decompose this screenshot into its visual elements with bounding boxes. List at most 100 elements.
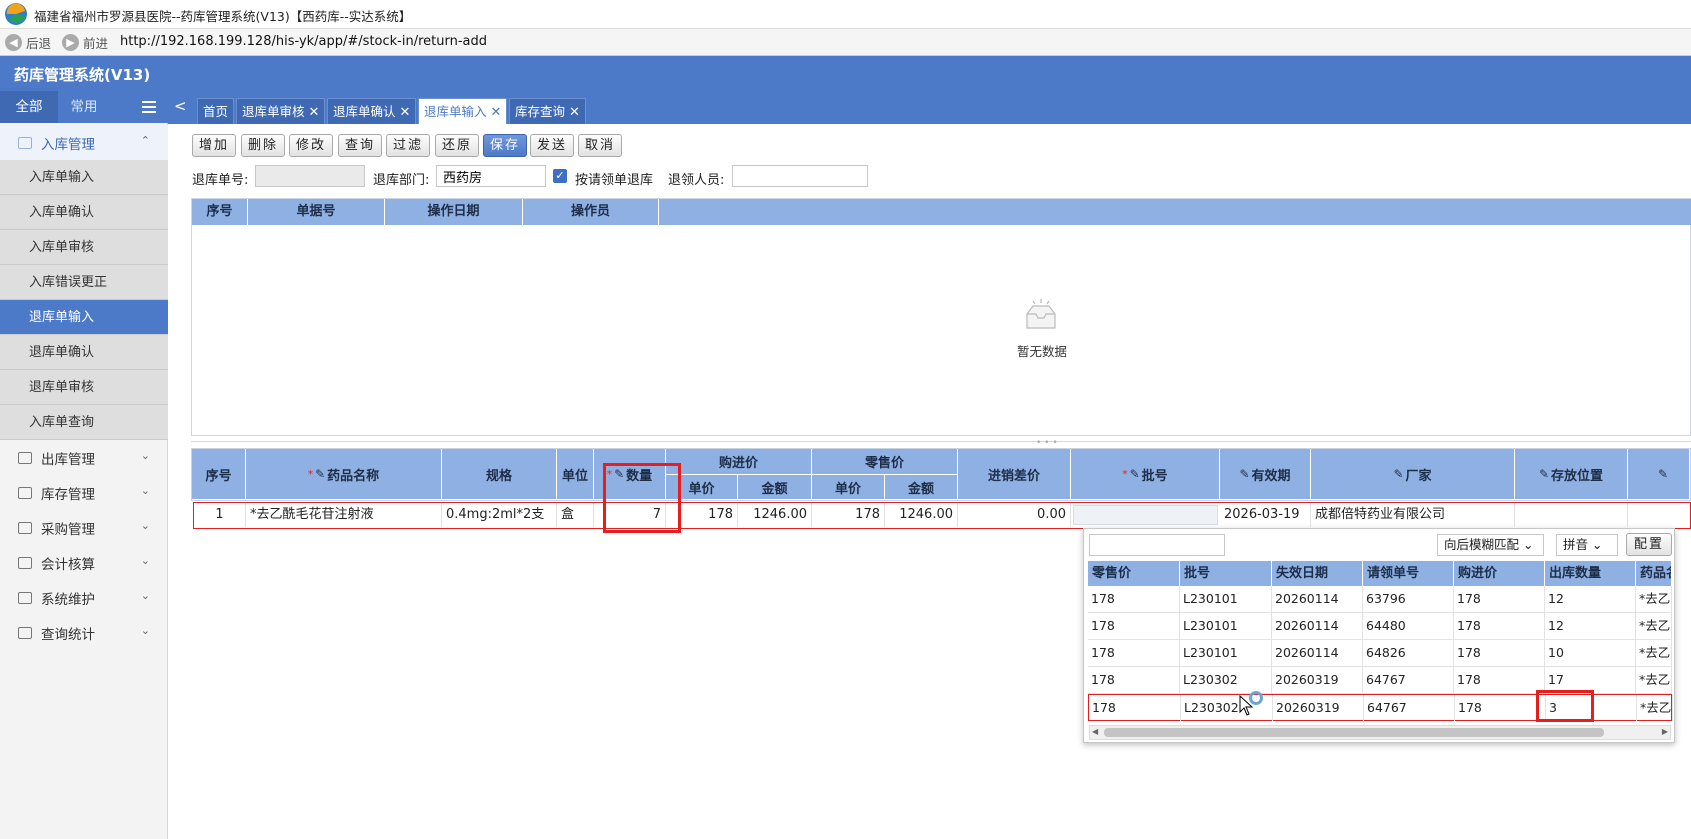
forward-arrow-icon: ▶ bbox=[62, 33, 79, 51]
col-retail-price[interactable]: 零售价 bbox=[1088, 561, 1180, 586]
sidebar-item-return-entry[interactable]: 退库单输入 bbox=[0, 300, 168, 335]
edit-button[interactable]: 修改 bbox=[289, 134, 334, 157]
doc-no-input[interactable] bbox=[255, 165, 365, 187]
col-op-date[interactable]: 操作日期 bbox=[385, 199, 523, 225]
col-seq[interactable]: 序号 bbox=[192, 199, 248, 225]
close-icon[interactable]: ✕ bbox=[309, 105, 320, 120]
col-purchase-amount[interactable]: 金额 bbox=[738, 475, 812, 500]
splitter-grip-icon[interactable]: • • • bbox=[1036, 438, 1058, 448]
sidebar-group-label: 出库管理 bbox=[41, 451, 95, 468]
popup-row[interactable]: 178 L230101 20260114 64480 178 12 *去乙酰 bbox=[1088, 613, 1672, 640]
popup-horizontal-scrollbar[interactable]: ◀ ▶ bbox=[1089, 725, 1671, 740]
col-maker[interactable]: ✎ 厂家 bbox=[1311, 449, 1515, 500]
query-button[interactable]: 查询 bbox=[338, 134, 383, 157]
forward-button[interactable]: ▶ 前进 bbox=[62, 32, 108, 52]
popup-row[interactable]: 178 L230101 20260114 63796 178 12 *去乙酰 bbox=[1088, 586, 1672, 613]
sidebar: 全部 常用 入库管理 ⌃ 入库单输入 入库单确认 入库单审核 入库错误更正 退库… bbox=[0, 91, 168, 839]
col-batch[interactable]: 批号 bbox=[1180, 561, 1272, 586]
dept-input[interactable] bbox=[436, 165, 546, 187]
col-retail-amount[interactable]: 金额 bbox=[885, 475, 958, 500]
cancel-button[interactable]: 取消 bbox=[578, 134, 623, 157]
sidebar-group-label: 查询统计 bbox=[41, 626, 95, 643]
scroll-right-icon[interactable]: ▶ bbox=[1662, 727, 1668, 736]
address-bar: ◀ 后退 ▶ 前进 http://192.168.199.128/his-yk/… bbox=[0, 29, 1691, 56]
menu-toggle-icon[interactable] bbox=[142, 101, 156, 116]
scroll-left-icon[interactable]: ◀ bbox=[1092, 727, 1098, 736]
col-drug-name[interactable]: * ✎ 药品名称 bbox=[246, 449, 442, 500]
close-icon[interactable]: ✕ bbox=[400, 105, 411, 120]
person-input[interactable] bbox=[732, 165, 868, 187]
pane-splitter[interactable] bbox=[191, 441, 1691, 447]
cell-maker[interactable]: 成都倍特药业有限公司 bbox=[1311, 503, 1515, 527]
sidebar-group-accounting[interactable]: 会计核算 ⌄ bbox=[0, 545, 168, 580]
filter-button[interactable]: 过滤 bbox=[386, 134, 431, 157]
table-row[interactable]: 1 *去乙酰毛花苷注射液 0.4mg:2ml*2支 盒 7 178 1246.0… bbox=[193, 502, 1691, 529]
tab-stock-query[interactable]: 库存查询 ✕ bbox=[509, 98, 586, 124]
col-retail-price[interactable]: 单价 bbox=[812, 475, 885, 500]
add-button[interactable]: 增加 bbox=[192, 134, 237, 157]
app-logo-icon bbox=[5, 3, 27, 25]
sidebar-item-stock-in-confirm[interactable]: 入库单确认 bbox=[0, 195, 168, 230]
accounting-icon bbox=[18, 556, 32, 569]
close-icon[interactable]: ✕ bbox=[491, 105, 502, 120]
col-batch[interactable]: * ✎ 批号 bbox=[1071, 449, 1220, 500]
sidebar-item-return-audit[interactable]: 退库单审核 bbox=[0, 370, 168, 405]
delete-button[interactable]: 删除 bbox=[241, 134, 286, 157]
input-mode-select[interactable]: 拼音 ⌄ bbox=[1556, 534, 1618, 556]
sidebar-item-stock-in-audit[interactable]: 入库单审核 bbox=[0, 230, 168, 265]
col-location[interactable]: ✎ 存放位置 bbox=[1515, 449, 1628, 500]
col-price-diff[interactable]: 进销差价 bbox=[958, 449, 1071, 500]
sidebar-group-stock-out[interactable]: 出库管理 ⌄ bbox=[0, 440, 168, 475]
col-drug-name[interactable]: 药品名 bbox=[1636, 561, 1672, 586]
col-expire-date[interactable]: 失效日期 bbox=[1272, 561, 1363, 586]
config-button[interactable]: 配置 bbox=[1626, 533, 1672, 556]
sidebar-group-inventory[interactable]: 库存管理 ⌄ bbox=[0, 475, 168, 510]
sidebar-tab-common[interactable]: 常用 bbox=[58, 91, 110, 123]
back-button[interactable]: ◀ 后退 bbox=[5, 32, 51, 52]
popup-cell: 178 bbox=[1089, 695, 1181, 721]
cell-batch-input[interactable] bbox=[1073, 505, 1218, 525]
cell-drug-name[interactable]: *去乙酰毛花苷注射液 bbox=[246, 503, 442, 527]
tab-return-audit[interactable]: 退库单审核 ✕ bbox=[236, 98, 326, 124]
col-out-qty[interactable]: 出库数量 bbox=[1545, 561, 1636, 586]
col-request-no[interactable]: 请领单号 bbox=[1363, 561, 1454, 586]
sidebar-item-return-confirm[interactable]: 退库单确认 bbox=[0, 335, 168, 370]
popup-row[interactable]: 178 L230101 20260114 64826 178 10 *去乙酰 bbox=[1088, 640, 1672, 667]
tab-return-entry[interactable]: 退库单输入 ✕ bbox=[418, 98, 508, 124]
restore-button[interactable]: 还原 bbox=[435, 134, 480, 157]
busy-cursor-icon bbox=[1239, 691, 1263, 716]
col-operator[interactable]: 操作员 bbox=[523, 199, 659, 225]
col-seq[interactable]: 序号 bbox=[192, 449, 246, 500]
sidebar-item-stock-in-correction[interactable]: 入库错误更正 bbox=[0, 265, 168, 300]
sidebar-group-system[interactable]: 系统维护 ⌄ bbox=[0, 580, 168, 615]
sidebar-item-stock-in-query[interactable]: 入库单查询 bbox=[0, 405, 168, 440]
col-spec[interactable]: 规格 bbox=[442, 449, 557, 500]
cell-expiry[interactable]: 2026-03-19 bbox=[1220, 503, 1311, 527]
sidebar-group-purchase[interactable]: 采购管理 ⌄ bbox=[0, 510, 168, 545]
edit-icon: ✎ bbox=[1538, 467, 1550, 481]
col-unit[interactable]: 单位 bbox=[557, 449, 594, 500]
sidebar-item-stock-in-entry[interactable]: 入库单输入 bbox=[0, 160, 168, 195]
tab-home[interactable]: 首页 bbox=[197, 98, 235, 124]
col-expiry[interactable]: ✎ 有效期 bbox=[1220, 449, 1311, 500]
url-field[interactable]: http://192.168.199.128/his-yk/app/#/stoc… bbox=[120, 34, 487, 49]
send-button[interactable]: 发送 bbox=[530, 134, 575, 157]
tab-return-confirm[interactable]: 退库单确认 ✕ bbox=[327, 98, 417, 124]
match-mode-select[interactable]: 向后模糊匹配 ⌄ bbox=[1437, 534, 1544, 556]
scrollbar-thumb[interactable] bbox=[1104, 728, 1604, 737]
tab-scroll-left-icon[interactable]: < bbox=[174, 97, 187, 115]
col-more[interactable]: ✎ bbox=[1628, 449, 1690, 500]
cell-retail-amount: 1246.00 bbox=[885, 503, 958, 527]
col-doc-no[interactable]: 单据号 bbox=[248, 199, 385, 225]
by-request-label: 按请领单退库 bbox=[575, 173, 654, 188]
col-purchase-price[interactable]: 购进价 bbox=[1454, 561, 1545, 586]
required-mark: * bbox=[1122, 468, 1128, 480]
sidebar-tab-all[interactable]: 全部 bbox=[0, 91, 58, 123]
sidebar-group-statistics[interactable]: 查询统计 ⌄ bbox=[0, 615, 168, 650]
by-request-checkbox[interactable]: ✓ bbox=[553, 169, 567, 183]
cell-location[interactable] bbox=[1515, 503, 1628, 527]
save-button[interactable]: 保存 bbox=[483, 134, 528, 157]
sidebar-group-stock-in[interactable]: 入库管理 ⌃ bbox=[0, 125, 168, 160]
close-icon[interactable]: ✕ bbox=[569, 105, 580, 120]
popup-search-input[interactable] bbox=[1089, 534, 1225, 556]
